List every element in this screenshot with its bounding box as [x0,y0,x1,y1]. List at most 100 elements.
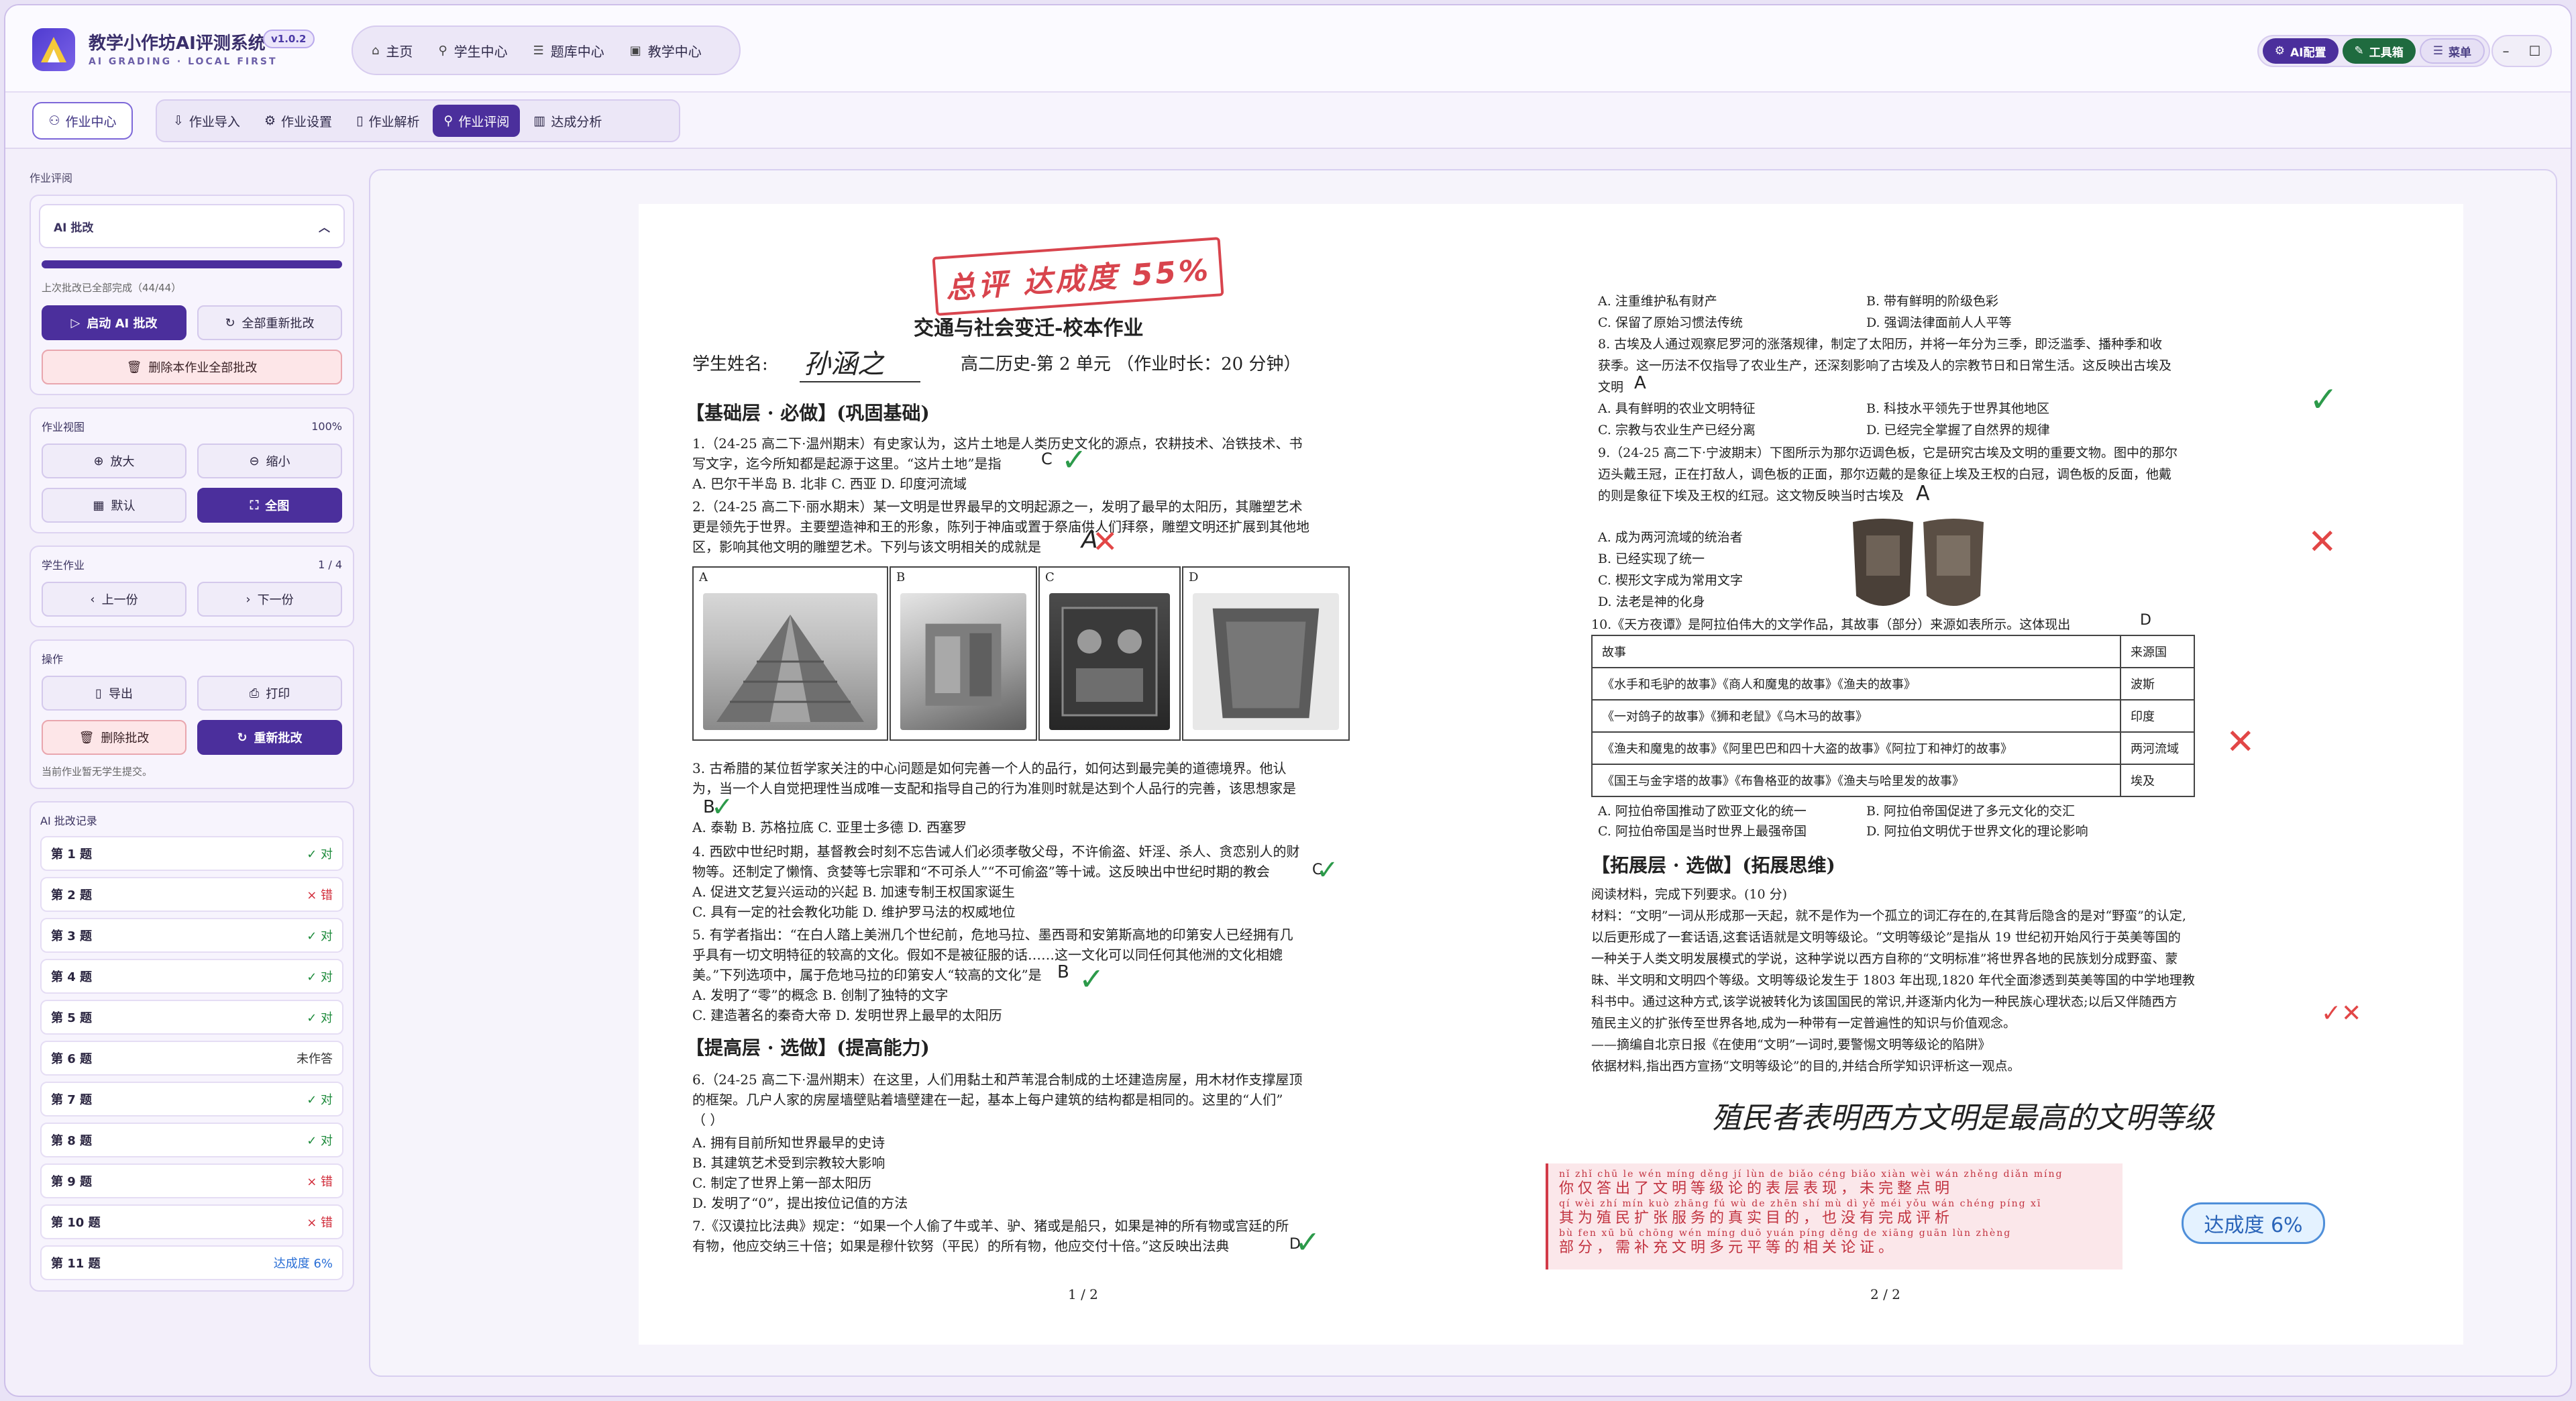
homework-viewer[interactable]: 总评 达成度 55% 交通与社会变迁-校本作业 学生姓名: 孙涵之 高二历史-第… [369,169,2557,1377]
q8-answer: A [1634,373,1646,393]
start-ai-grading-button[interactable]: ▷ 启动 AI 批改 [42,305,186,340]
nav-student-center[interactable]: ⚲ 学生中心 [427,32,518,68]
print-button[interactable]: ⎙ 打印 [197,676,342,711]
record-row[interactable]: 第 2 题 × 错 [40,877,343,912]
regrade-all-button[interactable]: ↻ 全部重新批改 [197,305,342,340]
tab-label: 作业解析 [368,114,420,129]
fullscreen-button[interactable]: ⛶ 全图 [197,488,342,523]
story-cell: 故事 [1591,635,2121,668]
q9-answer: A [1916,482,1930,505]
menu-button[interactable]: ☰ 菜单 [2419,38,2485,64]
student-name-label: 学生姓名: [692,354,768,374]
q10-options: B. 阿拉伯帝国促进了多元文化的交汇 [1866,804,2076,819]
section-basic: 【基础层 · 必做】(巩固基础) [686,402,930,424]
tab-settings[interactable]: ⚙ 作业设置 [254,105,343,137]
record-question: 第 3 题 [51,929,93,943]
cross-icon: ✕ [1092,523,1118,560]
narmer-palette-image [1853,519,1984,606]
tab-parse[interactable]: ▯ 作业解析 [345,105,430,137]
delete-grading-button[interactable]: 🗑 删除批改 [42,720,186,755]
q4-options: C. 具有一定的社会教化功能 D. 维护罗马法的权威地位 [692,904,1016,920]
source-cell: 两河流域 [2120,731,2195,765]
q11-material: 以后更形成了一套话语,这套话语就是文明等级论。“文明等级论”是指从 19 世纪初… [1591,930,2181,945]
source-cell: 来源国 [2120,635,2195,668]
default-view-button[interactable]: ▦ 默认 [42,488,186,523]
tablet-image [1193,593,1339,730]
delete-all-grading-button[interactable]: 🗑 删除本作业全部批改 [42,350,342,384]
q9-options: D. 法老是神的化身 [1598,594,1705,609]
page-number: 1 / 2 [1068,1286,1098,1302]
delete-label: 删除批改 [101,731,150,745]
tab-import[interactable]: ⇩ 作业导入 [162,105,251,137]
record-row[interactable]: 第 7 题 ✓ 对 [40,1082,343,1117]
record-question: 第 8 题 [51,1134,93,1148]
toolbox-button[interactable]: ✎ 工具箱 [2342,38,2416,64]
nav-home[interactable]: ⌂ 主页 [361,32,423,68]
record-status: × 错 [307,1175,333,1189]
zoom-out-button[interactable]: ⊖ 缩小 [197,444,342,478]
q7-options: C. 保留了原始习惯法传统 [1598,315,1743,330]
partial-cross-icon: ✓✕ [2321,1000,2362,1027]
ai-feedback-box: nǐ zhǐ chū le wén míng děng jí lùn de bi… [1546,1163,2123,1269]
winged-bull-icon [925,623,1002,706]
export-button[interactable]: ▯ 导出 [42,676,186,711]
q3-text: 3. 古希腊的某位哲学家关注的中心问题是如何完善一个人的品行，如何达到最完美的道… [692,760,1287,776]
record-status: ✓ 对 [307,929,333,943]
table-row: 《一对鸽子的故事》《狮和老鼠》《乌木马的故事》 印度 [1591,699,2195,733]
overall-score-stamp: 总评 达成度 55% [932,237,1224,316]
q5-text: 5. 有学者指出：“在白人踏上美洲几个世纪前，危地马拉、墨西哥和安第斯高地的印第… [692,927,1293,943]
ai-panel-header[interactable]: AI 批改 ︿ [39,204,345,248]
tab-label: 作业设置 [280,114,332,129]
q5-text: 乎具有一切文明特征的较高的文化。假如不是被征服的话……这一文化可以同任何其他洲的… [692,947,1283,963]
worksheet-title: 交通与社会变迁-校本作业 [914,317,1144,340]
record-status: ✓ 对 [307,847,333,862]
story-cell: 《国王与金字塔的故事》《布鲁格亚的故事》《渔夫与哈里发的故事》 [1591,764,2121,797]
record-status: 达成度 6% [273,1257,333,1271]
check-icon: ✓ [1295,1224,1321,1260]
record-status: × 错 [307,1216,333,1230]
record-row[interactable]: 第 9 题 × 错 [40,1163,343,1198]
nav-teaching-center[interactable]: ▣ 教学中心 [619,32,712,68]
q8-options: A. 具有鲜明的农业文明特征 [1598,401,1756,416]
record-row[interactable]: 第 5 题 ✓ 对 [40,1000,343,1035]
record-row[interactable]: 第 1 题 ✓ 对 [40,836,343,871]
nav-question-bank[interactable]: ☰ 题库中心 [523,32,615,68]
grading-records: AI 批改记录 第 1 题 ✓ 对第 2 题 × 错第 3 题 ✓ 对第 4 题 ✓ 对… [30,801,354,1292]
minimize-icon[interactable]: – [2503,43,2510,59]
play-icon: ▷ [70,315,80,330]
check-icon: ✓ [2309,380,2339,420]
record-question: 第 1 题 [51,847,93,862]
option-image-c: C [1038,566,1181,741]
q2-text: 2.（24-25 高二下·丽水期末）某一文明是世界最早的文明起源之一，发明了最早… [692,499,1303,515]
prev-student-button[interactable]: ‹ 上一份 [42,582,186,617]
zoom-level: 100% [311,419,342,433]
maximize-icon[interactable]: ☐ [2529,43,2541,59]
q1-text: 1.（24-25 高二下·温州期末）有史家认为，这片土地是人类历史文化的源点，农… [692,435,1303,452]
tab-analysis[interactable]: ▥ 达成分析 [523,105,612,137]
record-row[interactable]: 第 11 题 达成度 6% [40,1245,343,1280]
home-icon: ⌂ [372,43,380,58]
tab-review[interactable]: ⚲ 作业评阅 [433,105,521,137]
regrade-label: 重新批改 [254,731,303,745]
record-row[interactable]: 第 8 题 ✓ 对 [40,1123,343,1157]
q1-options: A. 巴尔干半岛 B. 北非 C. 西亚 D. 印度河流域 [692,476,967,492]
q11-material: 殖民主义的扩张传至世界各地,成为一种带有一定普遍性的知识与价值观念。 [1591,1016,2017,1031]
image-label: A [699,570,708,584]
next-student-button[interactable]: › 下一份 [197,582,342,617]
q8-options: C. 宗教与农业生产已经分离 [1598,423,1756,437]
zoom-in-button[interactable]: ⊕ 放大 [42,444,186,478]
ai-config-button[interactable]: ⚙ AI配置 [2262,38,2339,64]
stone-tablet-icon [1212,608,1320,719]
record-row[interactable]: 第 3 题 ✓ 对 [40,918,343,953]
q11-handwritten-answer: 殖民者表明西方文明是最高的文明等级 [1712,1101,2214,1135]
app-title: 教学小作坊AI评测系统 [89,34,266,54]
record-row[interactable]: 第 10 题 × 错 [40,1204,343,1239]
record-row[interactable]: 第 4 题 ✓ 对 [40,959,343,994]
import-icon: ⇩ [173,113,184,128]
zoom-out-icon: ⊖ [249,454,260,468]
operations-card: 操作 ▯ 导出 ⎙ 打印 🗑 删除批改 ↻ 重新批改 当前作业暂无学生提交。 [30,639,354,789]
image-label: D [1189,570,1199,584]
regrade-button[interactable]: ↻ 重新批改 [197,720,342,755]
record-row[interactable]: 第 6 题 未作答 [40,1041,343,1076]
homework-center-button[interactable]: ⚇ 作业中心 [32,102,133,140]
